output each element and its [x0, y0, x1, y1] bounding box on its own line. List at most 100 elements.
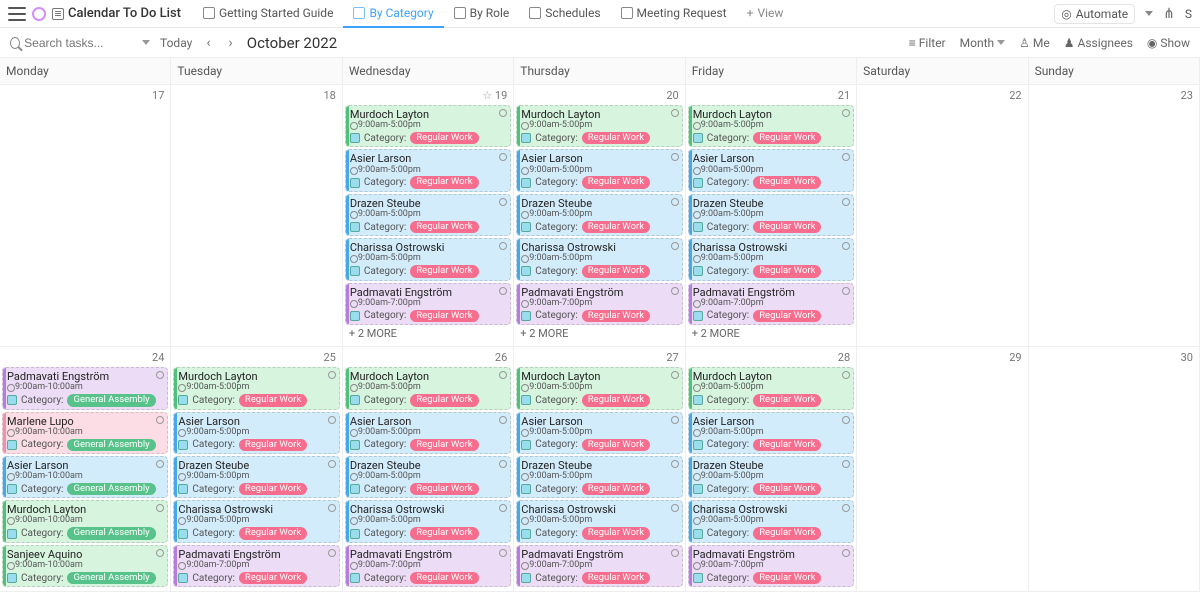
date-number: 26 — [495, 351, 507, 364]
calendar-event[interactable]: Asier Larson9:00am-5:00pmCategory:Regula… — [345, 149, 511, 191]
tab-getting-started[interactable]: Getting Started Guide — [193, 0, 343, 28]
category-icon — [693, 395, 703, 405]
calendar-event[interactable]: Drazen Steube9:00am-5:00pmCategory:Regul… — [173, 456, 339, 498]
event-name: Asier Larson — [350, 153, 506, 165]
calendar-event[interactable]: Charissa Ostrowski9:00am-5:00pmCategory:… — [173, 500, 339, 542]
more-events-button[interactable]: + 2 MORE — [345, 325, 511, 342]
calendar-event[interactable]: Charissa Ostrowski9:00am-5:00pmCategory:… — [688, 238, 854, 280]
calendar-event[interactable]: Charissa Ostrowski9:00am-5:00pmCategory:… — [345, 500, 511, 542]
calendar-cell[interactable]: 17 — [0, 85, 171, 347]
event-name: Asier Larson — [178, 416, 334, 428]
next-month-button[interactable]: › — [225, 35, 237, 51]
more-events-button[interactable]: + 2 MORE — [688, 325, 854, 342]
date-number: 29 — [1009, 351, 1021, 364]
filter-button[interactable]: ≡Filter — [909, 36, 946, 50]
calendar-event[interactable]: Padmavati Engström9:00am-7:00pmCategory:… — [345, 283, 511, 325]
calendar-event[interactable]: Padmavati Engström9:00am-7:00pmCategory:… — [516, 283, 682, 325]
calendar-event[interactable]: Asier Larson9:00am-5:00pmCategory:Regula… — [345, 412, 511, 454]
calendar-cell[interactable]: 26 Murdoch Layton9:00am-5:00pmCategory:Re… — [343, 347, 514, 592]
calendar-event[interactable]: Padmavati Engström9:00am-7:00pmCategory:… — [688, 283, 854, 325]
calendar-event[interactable]: Asier Larson9:00am-5:00pmCategory:Regula… — [516, 412, 682, 454]
calendar-event[interactable]: Murdoch Layton9:00am-5:00pmCategory:Regu… — [516, 367, 682, 409]
tab-schedules[interactable]: Schedules — [519, 0, 610, 28]
date-number: 20 — [666, 89, 678, 102]
calendar-event[interactable]: Sanjeev Aquino9:00am-10:00amCategory:Gen… — [2, 545, 168, 587]
event-name: Asier Larson — [350, 416, 506, 428]
event-time: 9:00am-5:00pm — [350, 166, 506, 176]
calendar-cell[interactable]: 20 Murdoch Layton9:00am-5:00pmCategory:Re… — [514, 85, 685, 347]
calendar-event[interactable]: Drazen Steube9:00am-5:00pmCategory:Regul… — [516, 456, 682, 498]
calendar-event[interactable]: Padmavati Engström9:00am-7:00pmCategory:… — [345, 545, 511, 587]
calendar-event[interactable]: Drazen Steube9:00am-5:00pmCategory:Regul… — [345, 194, 511, 236]
calendar-event[interactable]: Asier Larson9:00am-5:00pmCategory:Regula… — [516, 149, 682, 191]
calendar-event[interactable]: Asier Larson9:00am-10:00amCategory:Gener… — [2, 456, 168, 498]
calendar-event[interactable]: Asier Larson9:00am-5:00pmCategory:Regula… — [688, 149, 854, 191]
category-label: Category: — [21, 528, 63, 539]
show-button[interactable]: ◉Show — [1147, 36, 1190, 50]
category-label: Category: — [535, 484, 577, 495]
calendar-event[interactable]: Drazen Steube9:00am-5:00pmCategory:Regul… — [688, 194, 854, 236]
calendar-event[interactable]: Murdoch Layton9:00am-5:00pmCategory:Regu… — [516, 105, 682, 147]
tab-meeting-request[interactable]: Meeting Request — [611, 0, 737, 28]
calendar-event[interactable]: Murdoch Layton9:00am-5:00pmCategory:Regu… — [345, 105, 511, 147]
date-number: 24 — [152, 351, 164, 364]
category-pill: Regular Work — [239, 572, 307, 584]
chevron-down-icon[interactable] — [142, 40, 150, 45]
chevron-down-icon[interactable] — [1145, 11, 1153, 16]
page-title[interactable]: Calendar To Do List — [52, 6, 181, 21]
calendar-event[interactable]: Marlene Lupo9:00am-10:00amCategory:Gener… — [2, 412, 168, 454]
calendar-cell[interactable]: 19Murdoch Layton9:00am-5:00pmCategory:Re… — [343, 85, 514, 347]
app-logo-icon[interactable] — [32, 7, 46, 21]
add-view-button[interactable]: +View — [737, 0, 794, 28]
calendar-event[interactable]: Charissa Ostrowski9:00am-5:00pmCategory:… — [345, 238, 511, 280]
search-input[interactable] — [24, 36, 138, 50]
calendar-cell[interactable]: 27Murdoch Layton9:00am-5:00pmCategory:Re… — [514, 347, 685, 592]
calendar-event[interactable]: Charissa Ostrowski9:00am-5:00pmCategory:… — [516, 238, 682, 280]
me-filter[interactable]: ♙Me — [1019, 36, 1050, 50]
event-name: Asier Larson — [693, 416, 849, 428]
calendar-event[interactable]: Murdoch Layton9:00am-5:00pmCategory:Regu… — [345, 367, 511, 409]
calendar-event[interactable]: Padmavati Engström9:00am-7:00pmCategory:… — [688, 545, 854, 587]
share-icon[interactable]: ⋔ — [1163, 6, 1175, 22]
automate-button[interactable]: ◎Automate — [1054, 4, 1135, 24]
more-events-button[interactable]: + 2 MORE — [516, 325, 682, 342]
menu-icon[interactable] — [8, 7, 26, 21]
recurring-icon — [328, 371, 336, 379]
category-icon — [693, 573, 703, 583]
category-pill: Regular Work — [753, 394, 821, 406]
calendar-cell[interactable]: 29 — [857, 347, 1028, 592]
month-dropdown[interactable]: Month — [960, 36, 1005, 50]
tab-by-category[interactable]: By Category — [343, 0, 443, 28]
today-button[interactable]: Today — [160, 36, 192, 50]
calendar-event[interactable]: Murdoch Layton9:00am-10:00amCategory:Gen… — [2, 500, 168, 542]
calendar-event[interactable]: Charissa Ostrowski9:00am-5:00pmCategory:… — [516, 500, 682, 542]
calendar-cell[interactable]: 23 — [1029, 85, 1200, 347]
calendar-cell[interactable]: 30 — [1029, 347, 1200, 592]
calendar-event[interactable]: Padmavati Engström9:00am-10:00amCategory… — [2, 367, 168, 409]
assignees-filter[interactable]: ♟Assignees — [1064, 36, 1133, 50]
calendar-event[interactable]: Padmavati Engström9:00am-7:00pmCategory:… — [173, 545, 339, 587]
calendar-event[interactable]: Murdoch Layton9:00am-5:00pmCategory:Regu… — [688, 367, 854, 409]
calendar-event[interactable]: Padmavati Engström9:00am-7:00pmCategory:… — [516, 545, 682, 587]
calendar-cell[interactable]: 22 — [857, 85, 1028, 347]
calendar-cell[interactable]: 21Murdoch Layton9:00am-5:00pmCategory:Re… — [686, 85, 857, 347]
prev-month-button[interactable]: ‹ — [202, 35, 214, 51]
top-toolbar: Calendar To Do List Getting Started Guid… — [0, 0, 1200, 28]
calendar-cell[interactable]: 24 Padmavati Engström9:00am-10:00amCatego… — [0, 347, 171, 592]
calendar-cell[interactable]: 25Murdoch Layton9:00am-5:00pmCategory:Re… — [171, 347, 342, 592]
calendar-cell[interactable]: 28Murdoch Layton9:00am-5:00pmCategory:Re… — [686, 347, 857, 592]
calendar-event[interactable]: Drazen Steube9:00am-5:00pmCategory:Regul… — [688, 456, 854, 498]
calendar-event[interactable]: Asier Larson9:00am-5:00pmCategory:Regula… — [173, 412, 339, 454]
calendar-event[interactable]: Murdoch Layton9:00am-5:00pmCategory:Regu… — [173, 367, 339, 409]
calendar-event[interactable]: Charissa Ostrowski9:00am-5:00pmCategory:… — [688, 500, 854, 542]
person-icon: ♙ — [1019, 36, 1030, 50]
category-pill: Regular Work — [582, 572, 650, 584]
calendar-event[interactable]: Murdoch Layton9:00am-5:00pmCategory:Regu… — [688, 105, 854, 147]
calendar-event[interactable]: Drazen Steube9:00am-5:00pmCategory:Regul… — [345, 456, 511, 498]
calendar-cell[interactable]: 18 — [171, 85, 342, 347]
event-time: 9:00am-5:00pm — [693, 428, 849, 438]
calendar-event[interactable]: Drazen Steube9:00am-5:00pmCategory:Regul… — [516, 194, 682, 236]
day-header: Friday — [686, 58, 857, 84]
tab-by-role[interactable]: By Role — [444, 0, 520, 28]
calendar-event[interactable]: Asier Larson9:00am-5:00pmCategory:Regula… — [688, 412, 854, 454]
